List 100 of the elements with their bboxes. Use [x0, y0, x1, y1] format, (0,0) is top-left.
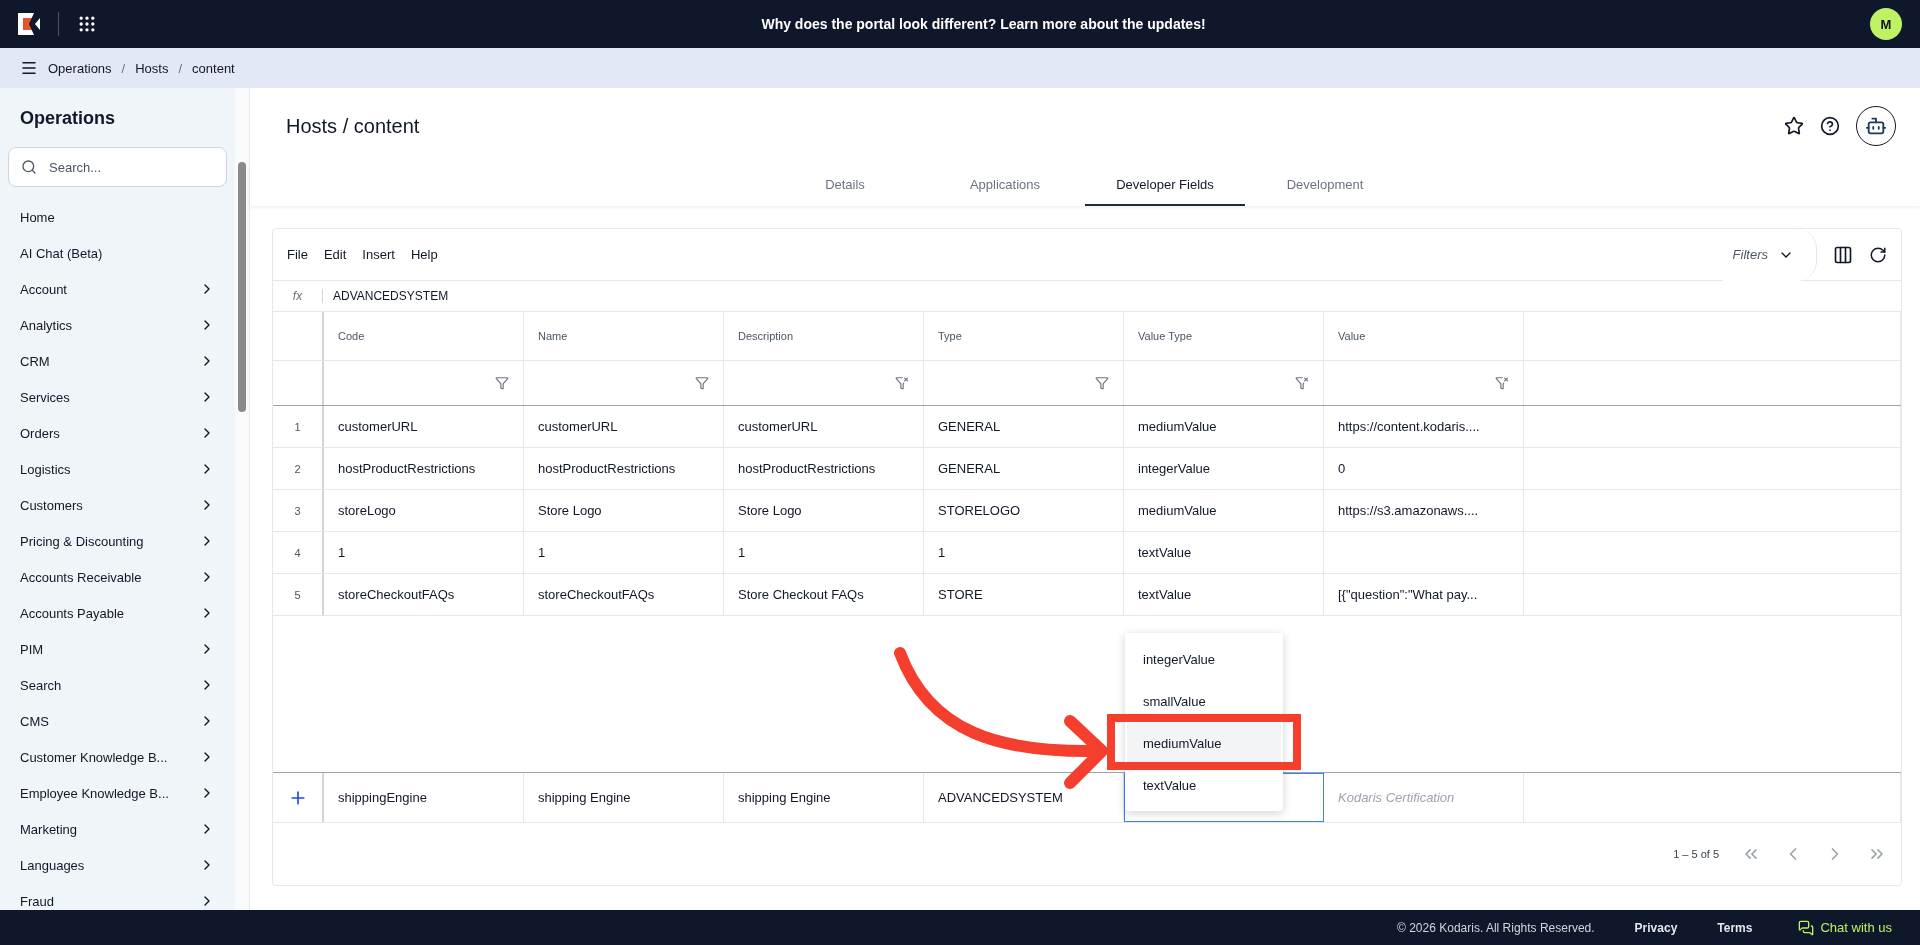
sidebar-item[interactable]: CRM: [8, 343, 227, 379]
sidebar-item[interactable]: Employee Knowledge B...: [8, 775, 227, 811]
sidebar-item[interactable]: Accounts Receivable: [8, 559, 227, 595]
table-cell: storeCheckoutFAQs: [338, 587, 455, 602]
chat-icon: [1798, 919, 1815, 936]
column-header[interactable]: Name: [524, 312, 724, 360]
sidebar-item[interactable]: Languages: [8, 847, 227, 883]
table-cell: customerURL: [738, 419, 818, 434]
sidebar-item[interactable]: Orders: [8, 415, 227, 451]
sidebar-item[interactable]: Fraud: [8, 883, 227, 910]
tab[interactable]: Developer Fields: [1085, 164, 1245, 206]
breadcrumb-link[interactable]: content: [192, 60, 235, 76]
announcement-text: Why does the portal look different? Learn more about the updates!: [760, 16, 1207, 32]
search-field[interactable]: Search...: [8, 147, 227, 187]
dropdown-option[interactable]: mediumValue: [1127, 723, 1281, 763]
sidebar-item[interactable]: Services: [8, 379, 227, 415]
filter-icon[interactable]: [495, 376, 509, 390]
table-cell: shippingEngine: [338, 790, 427, 805]
sidebar-title: Operations: [19, 108, 117, 129]
table-cell: 1: [538, 545, 546, 560]
table-cell: GENERAL: [938, 461, 1001, 476]
table-cell: storeLogo: [338, 503, 396, 518]
column-header[interactable]: Type: [924, 312, 1124, 360]
filter-icon[interactable]: [695, 376, 709, 390]
table-cell: textValue: [1138, 545, 1192, 560]
sidebar-item[interactable]: Home: [8, 199, 227, 235]
sidebar-item[interactable]: Customers: [8, 487, 227, 523]
menu-item[interactable]: Help: [410, 247, 438, 262]
copyright-text: © 2026 Kodaris. All Rights Reserved.: [1397, 920, 1595, 935]
filter-icon[interactable]: [1095, 376, 1109, 390]
footer-link[interactable]: Terms: [1717, 920, 1753, 935]
refresh-icon[interactable]: [1869, 245, 1887, 264]
row-number: 5: [273, 574, 324, 615]
filter-off-icon[interactable]: [1495, 376, 1509, 390]
sidebar-item[interactable]: Marketing: [8, 811, 227, 847]
column-header[interactable]: Code: [324, 312, 524, 360]
apps-grid-icon[interactable]: [77, 14, 97, 34]
sidebar-item[interactable]: Search: [8, 667, 227, 703]
table-cell: [{"question":"What pay...: [1338, 587, 1478, 602]
sidebar-item[interactable]: CMS: [8, 703, 227, 739]
table-cell: STORELOGO: [938, 503, 1021, 518]
robot-button[interactable]: [1856, 106, 1896, 146]
updates-link[interactable]: Learn more about the updates!: [1000, 16, 1206, 32]
tab[interactable]: Development: [1245, 164, 1405, 206]
breadcrumb-separator: /: [178, 60, 183, 76]
sidebar-item[interactable]: Accounts Payable: [8, 595, 227, 631]
table-cell: mediumValue: [1138, 419, 1217, 434]
star-icon[interactable]: [1784, 116, 1804, 136]
table-cell: Store Checkout FAQs: [738, 587, 864, 602]
table-cell: 1: [938, 545, 946, 560]
chat-button[interactable]: Chat with us: [1792, 918, 1898, 937]
table-cell: shipping Engine: [738, 790, 831, 805]
logo-icon[interactable]: [18, 13, 40, 35]
filters-button[interactable]: Filters: [1722, 228, 1817, 281]
table-cell: customerURL: [338, 419, 418, 434]
table-cell: 1: [738, 545, 746, 560]
search-icon: [21, 159, 37, 175]
column-header[interactable]: Description: [724, 312, 924, 360]
robot-icon: [1865, 115, 1887, 137]
table-cell: https://s3.amazonaws....: [1338, 503, 1479, 518]
sidebar-item[interactable]: PIM: [8, 631, 227, 667]
table-cell: integerValue: [1138, 461, 1211, 476]
tab[interactable]: Details: [765, 164, 925, 206]
user-avatar[interactable]: M: [1870, 8, 1902, 40]
menu-item[interactable]: Insert: [362, 247, 395, 262]
row-number: 1: [273, 406, 324, 447]
menu-icon[interactable]: [20, 59, 38, 77]
menu-item[interactable]: Edit: [323, 247, 347, 262]
columns-icon[interactable]: [1833, 244, 1853, 265]
table-cell: shipping Engine: [538, 790, 631, 805]
table-cell: 0: [1338, 461, 1346, 476]
table-cell: hostProductRestrictions: [738, 461, 876, 476]
sidebar-item[interactable]: Pricing & Discounting: [8, 523, 227, 559]
scrollbar[interactable]: [235, 88, 249, 910]
row-number: 4: [273, 532, 324, 573]
table-cell: 1: [338, 545, 346, 560]
sidebar-item[interactable]: Account: [8, 271, 227, 307]
filter-off-icon[interactable]: [895, 376, 909, 390]
formula-label: fx: [273, 289, 323, 303]
table-cell: https://content.kodaris....: [1338, 419, 1480, 434]
column-header[interactable]: Value: [1324, 312, 1524, 360]
sidebar-item[interactable]: AI Chat (Beta): [8, 235, 227, 271]
tab[interactable]: Applications: [925, 164, 1085, 206]
filter-off-icon[interactable]: [1295, 376, 1309, 390]
sidebar-item[interactable]: Logistics: [8, 451, 227, 487]
sidebar-item[interactable]: Analytics: [8, 307, 227, 343]
table-cell: ADVANCEDSYSTEM: [938, 790, 1063, 805]
pagination-text: 1 – 5 of 5: [1673, 848, 1719, 860]
breadcrumb-link[interactable]: Operations: [48, 60, 112, 76]
sidebar-item[interactable]: Customer Knowledge B...: [8, 739, 227, 775]
table-cell: storeCheckoutFAQs: [538, 587, 655, 602]
table-cell: hostProductRestrictions: [338, 461, 476, 476]
help-icon[interactable]: [1820, 116, 1840, 136]
menu-item[interactable]: File: [287, 247, 308, 262]
formula-value[interactable]: ADVANCEDSYSTEM: [323, 289, 449, 303]
footer-link[interactable]: Privacy: [1634, 920, 1678, 935]
table-cell: Store Logo: [738, 503, 802, 518]
column-header[interactable]: Value Type: [1124, 312, 1324, 360]
breadcrumb-link[interactable]: Hosts: [135, 60, 169, 76]
table-cell: textValue: [1138, 587, 1192, 602]
